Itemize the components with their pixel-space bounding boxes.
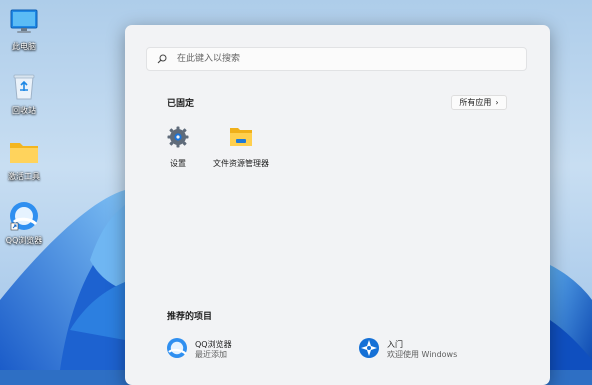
desktop-icon-qq-browser[interactable]: QQ浏览器 — [0, 200, 48, 246]
settings-gear-icon — [167, 126, 189, 152]
recommended-item-subtitle: 最近添加 — [195, 350, 227, 359]
desktop-icon-this-pc[interactable]: 此电脑 — [0, 6, 48, 52]
recommended-item-subtitle: 欢迎使用 Windows — [387, 350, 458, 359]
all-apps-button[interactable]: 所有应用 › — [451, 95, 507, 110]
file-explorer-icon — [229, 126, 253, 152]
pinned-app-file-explorer[interactable]: 文件资源管理器 — [201, 126, 281, 169]
recommended-section-title: 推荐的项目 — [167, 312, 213, 322]
chevron-right-icon: › — [495, 98, 499, 107]
desktop-icon-label: 激活工具 — [8, 172, 40, 181]
search-icon — [157, 54, 167, 64]
recycle-bin-icon — [8, 70, 40, 102]
start-menu: 已固定 所有应用 › 设置 — [125, 25, 550, 385]
recommended-item-qq-browser[interactable]: QQ浏览器 最近添加 — [166, 337, 232, 363]
search-box[interactable] — [146, 47, 527, 71]
search-input[interactable] — [175, 53, 519, 65]
pinned-app-label: 文件资源管理器 — [213, 159, 269, 168]
all-apps-label: 所有应用 — [459, 98, 492, 107]
recommended-item-name: QQ浏览器 — [195, 340, 232, 349]
pinned-app-label: 设置 — [170, 159, 186, 168]
qq-browser-icon — [166, 337, 188, 363]
pinned-section-title: 已固定 — [167, 99, 195, 109]
recommended-item-get-started[interactable]: 入门 欢迎使用 Windows — [358, 337, 457, 363]
folder-icon — [8, 136, 40, 168]
desktop-icon-label: 回收站 — [12, 106, 36, 115]
desktop-icon-label: QQ浏览器 — [5, 236, 43, 245]
desktop-icon-label: 此电脑 — [12, 42, 36, 51]
computer-icon — [8, 6, 40, 38]
desktop-icon-activation-tool[interactable]: 激活工具 — [0, 136, 48, 182]
desktop-icon-recycle-bin[interactable]: 回收站 — [0, 70, 48, 116]
qq-browser-icon — [8, 200, 40, 232]
recommended-item-name: 入门 — [387, 340, 403, 349]
get-started-icon — [358, 337, 380, 363]
